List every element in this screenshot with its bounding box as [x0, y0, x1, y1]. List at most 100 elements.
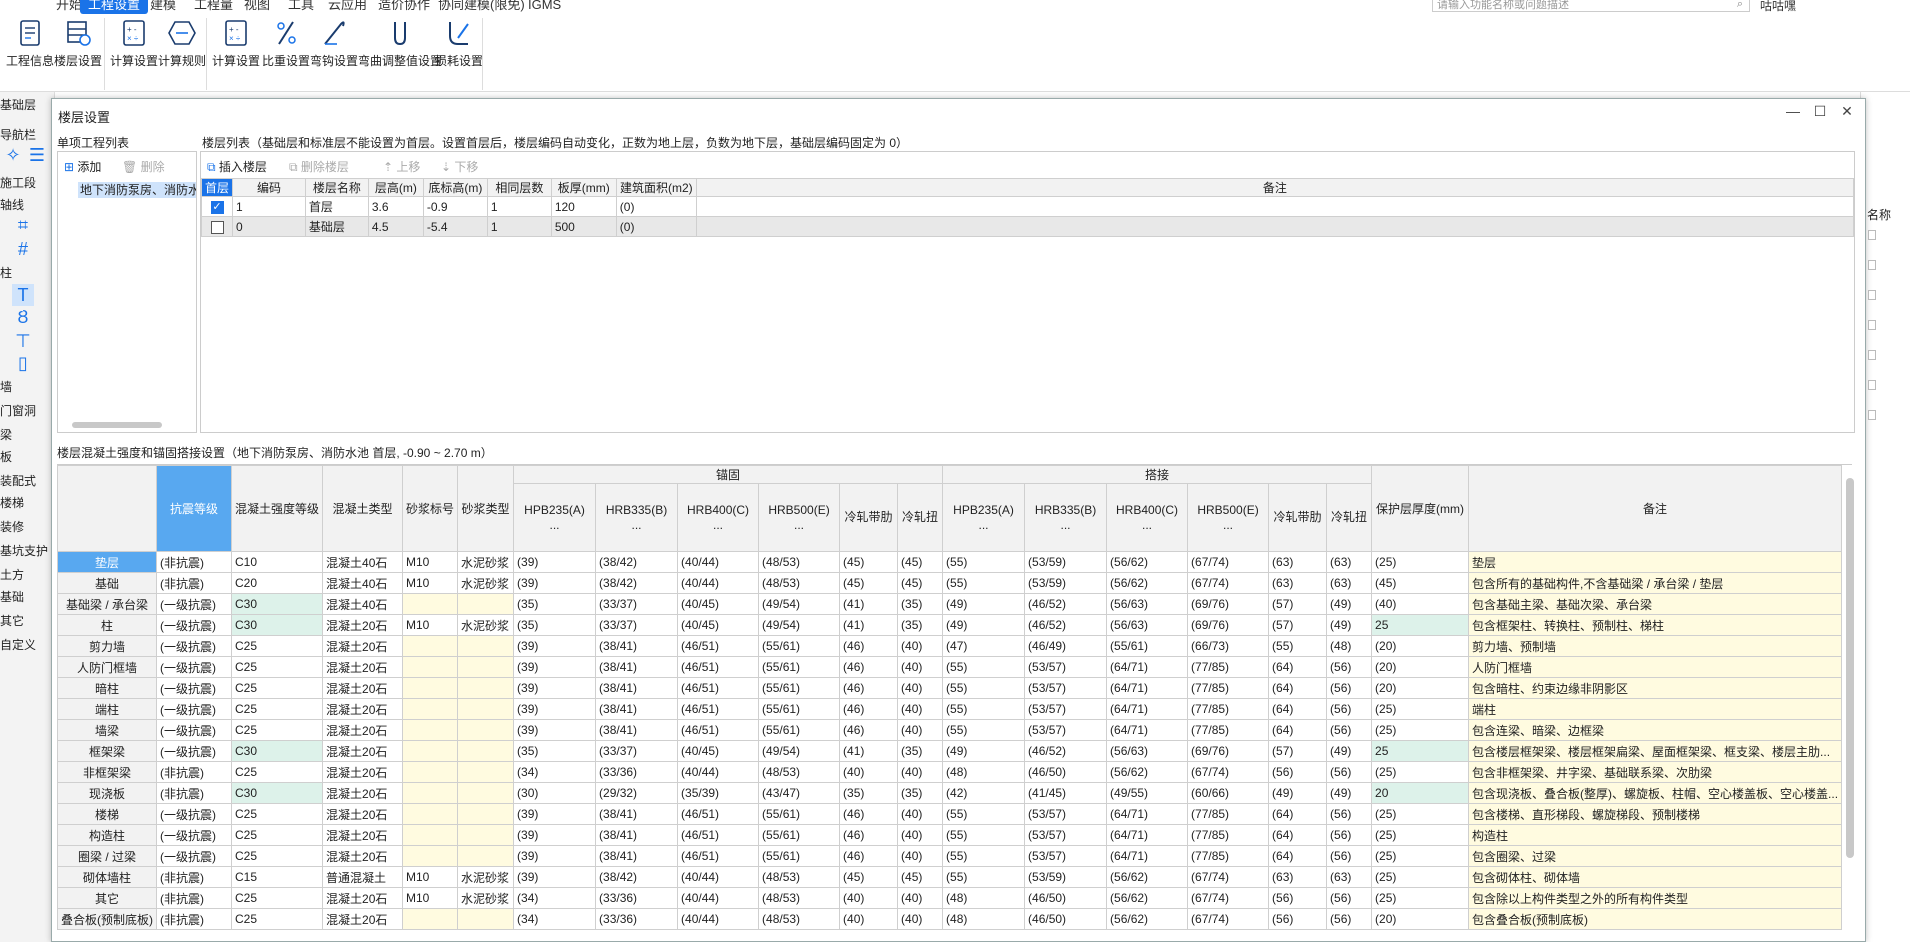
cell-lap-cold-ribbed[interactable]: (63) — [1268, 866, 1328, 888]
nav-item-earthwork[interactable]: 土方 — [0, 566, 24, 583]
cell-remark[interactable]: 端柱 — [1468, 698, 1843, 720]
cell-cover-thickness[interactable]: (40) — [1371, 593, 1470, 615]
cell-anchor-hpb235[interactable]: (39) — [513, 698, 597, 720]
cell-lap-hrb335[interactable]: (53/59) — [1024, 866, 1108, 888]
cell-anchor-hpb235[interactable]: (39) — [513, 824, 597, 846]
floor-cell[interactable]: (0) — [615, 216, 697, 237]
concrete-table-row[interactable]: 基础梁 / 承台梁 (一级抗震) C30 混凝土40石 (35) (33/37) (40/4… — [57, 593, 1843, 615]
nav-item-slab[interactable]: 板 — [0, 448, 12, 465]
cell-mortar-grade[interactable]: M10 — [402, 887, 459, 909]
cell-cover-thickness[interactable]: 25 — [1371, 614, 1470, 636]
cell-lap-hrb400[interactable]: (64/71) — [1106, 719, 1189, 741]
col-header-lap-hpb235[interactable]: HPB235(A) ... — [942, 483, 1026, 552]
cell-mortar-grade[interactable] — [402, 761, 459, 783]
cell-remark[interactable]: 包含除以上构件类型之外的所有构件类型 — [1468, 887, 1843, 909]
cell-concrete-type[interactable]: 混凝土20石 — [322, 887, 404, 909]
cell-anchor-hpb235[interactable]: (34) — [513, 761, 597, 783]
cell-anchor-cold-twisted[interactable]: (40) — [897, 803, 944, 825]
cell-lap-hrb500[interactable]: (67/74) — [1187, 761, 1270, 783]
cell-mortar-grade[interactable] — [402, 719, 459, 741]
cell-anchor-hrb335[interactable]: (38/42) — [595, 551, 679, 573]
insert-floor-button[interactable]: ⧉ 插入楼层 — [207, 158, 267, 175]
concrete-table-row[interactable]: 墙梁 (一级抗震) C25 混凝土20石 (39) (38/41) (46/51) (55/6… — [57, 719, 1843, 741]
cell-anchor-hrb400[interactable]: (40/45) — [677, 614, 760, 636]
minimize-icon[interactable]: — — [1784, 103, 1802, 119]
cell-anchor-hpb235[interactable]: (39) — [513, 635, 597, 657]
cell-anchor-cold-ribbed[interactable]: (46) — [839, 803, 899, 825]
cell-concrete-type[interactable]: 混凝土20石 — [322, 740, 404, 762]
cell-concrete-strength[interactable]: C25 — [230, 719, 324, 741]
cell-lap-cold-twisted[interactable]: (63) — [1326, 551, 1373, 573]
col-header-slab-thick[interactable]: 板厚(mm) — [550, 178, 617, 197]
cell-lap-cold-ribbed[interactable]: (64) — [1268, 845, 1328, 867]
cell-mortar-grade[interactable]: M10 — [402, 572, 459, 594]
add-button[interactable]: ⊞ 添加 — [64, 158, 101, 175]
calc-settings-button[interactable]: + - × ÷ 计算设置 — [110, 18, 158, 69]
cell-anchor-hrb335[interactable]: (33/36) — [595, 761, 679, 783]
cell-lap-hrb500[interactable]: (69/76) — [1187, 740, 1270, 762]
col-header-concrete-strength[interactable]: 混凝土强度等级 — [230, 465, 324, 552]
cell-anchor-hrb335[interactable]: (38/41) — [595, 656, 679, 678]
wall-column-icon[interactable]: ▯ — [12, 352, 34, 374]
cell-seismic-grade[interactable]: (一级抗震) — [156, 803, 232, 825]
col-group-anchor[interactable]: 锚固 — [513, 465, 944, 484]
project-list-item[interactable]: 地下消防泵房、消防水池 — [78, 182, 196, 198]
cell-anchor-cold-twisted[interactable]: (40) — [897, 677, 944, 699]
cell-concrete-type[interactable]: 混凝土20石 — [322, 824, 404, 846]
calc-rules-button[interactable]: 计算规则 — [158, 18, 206, 69]
cell-lap-cold-twisted[interactable]: (56) — [1326, 803, 1373, 825]
cell-concrete-type[interactable]: 混凝土40石 — [322, 551, 404, 573]
floor-cell[interactable]: 1 — [232, 196, 306, 217]
cell-seismic-grade[interactable]: (一级抗震) — [156, 824, 232, 846]
cell-anchor-hrb500[interactable]: (49/54) — [758, 740, 841, 762]
cell-anchor-cold-twisted[interactable]: (40) — [897, 845, 944, 867]
floor-row[interactable]: ✓ 1 首层 3.6 -0.9 1 120 (0) — [200, 196, 1855, 217]
delete-button[interactable]: 🗑 删除 — [122, 158, 165, 175]
cell-mortar-grade[interactable] — [402, 593, 459, 615]
cell-concrete-strength[interactable]: C30 — [230, 782, 324, 804]
concrete-table-row[interactable]: 基础 (非抗震) C20 混凝土40石 M10 水泥砂浆 (39) (38/42) (40/44… — [57, 572, 1843, 594]
cell-anchor-hrb500[interactable]: (48/53) — [758, 572, 841, 594]
nav-item-column[interactable]: 柱 — [0, 264, 12, 281]
cell-lap-hrb335[interactable]: (53/57) — [1024, 698, 1108, 720]
cell-lap-hpb235[interactable]: (49) — [942, 614, 1026, 636]
cell-lap-hrb500[interactable]: (77/85) — [1187, 719, 1270, 741]
cell-anchor-cold-ribbed[interactable]: (46) — [839, 656, 899, 678]
cell-concrete-strength[interactable]: C25 — [230, 824, 324, 846]
search-icon[interactable]: ⌕ — [1737, 0, 1743, 10]
cell-anchor-hpb235[interactable]: (39) — [513, 803, 597, 825]
cell-concrete-strength[interactable]: C25 — [230, 761, 324, 783]
concrete-table-row[interactable]: 人防门框墙 (一级抗震) C25 混凝土20石 (39) (38/41) (46/51) (5… — [57, 656, 1843, 678]
cell-cover-thickness[interactable]: (25) — [1371, 824, 1470, 846]
cell-lap-hrb335[interactable]: (53/57) — [1024, 719, 1108, 741]
cell-anchor-hpb235[interactable]: (39) — [513, 719, 597, 741]
cell-seismic-grade[interactable]: (一级抗震) — [156, 593, 232, 615]
checkbox-unchecked[interactable] — [1868, 380, 1876, 390]
cell-lap-hrb400[interactable]: (55/61) — [1106, 635, 1189, 657]
tab-tools[interactable]: 工具 — [280, 0, 322, 14]
cell-seismic-grade[interactable]: (一级抗震) — [156, 719, 232, 741]
cell-anchor-cold-ribbed[interactable]: (46) — [839, 677, 899, 699]
cell-lap-hrb500[interactable]: (77/85) — [1187, 656, 1270, 678]
cell-concrete-type[interactable]: 混凝土20石 — [322, 698, 404, 720]
cell-lap-hrb400[interactable]: (64/71) — [1106, 845, 1189, 867]
cell-lap-cold-ribbed[interactable]: (56) — [1268, 761, 1328, 783]
cell-anchor-cold-ribbed[interactable]: (41) — [839, 593, 899, 615]
cell-concrete-strength[interactable]: C25 — [230, 908, 324, 930]
nav-item-navbar[interactable]: 导航栏 — [0, 126, 36, 143]
col-header-code[interactable]: 编码 — [232, 178, 306, 197]
cell-anchor-hrb335[interactable]: (33/37) — [595, 740, 679, 762]
cell-remark[interactable]: 垫层 — [1468, 551, 1843, 573]
cell-anchor-hpb235[interactable]: (34) — [513, 887, 597, 909]
cell-lap-cold-ribbed[interactable]: (64) — [1268, 719, 1328, 741]
cell-anchor-hrb500[interactable]: (48/53) — [758, 866, 841, 888]
cell-anchor-hrb335[interactable]: (29/32) — [595, 782, 679, 804]
cell-lap-cold-ribbed[interactable]: (55) — [1268, 635, 1328, 657]
cell-lap-hpb235[interactable]: (55) — [942, 866, 1026, 888]
floor-cell[interactable] — [695, 196, 1855, 217]
nav-item-stairs[interactable]: 楼梯 — [0, 494, 24, 511]
cell-anchor-cold-ribbed[interactable]: (45) — [839, 551, 899, 573]
checkbox-unchecked[interactable] — [1868, 260, 1876, 270]
cell-anchor-hrb400[interactable]: (40/44) — [677, 551, 760, 573]
floor-cell[interactable]: 基础层 — [304, 216, 369, 237]
